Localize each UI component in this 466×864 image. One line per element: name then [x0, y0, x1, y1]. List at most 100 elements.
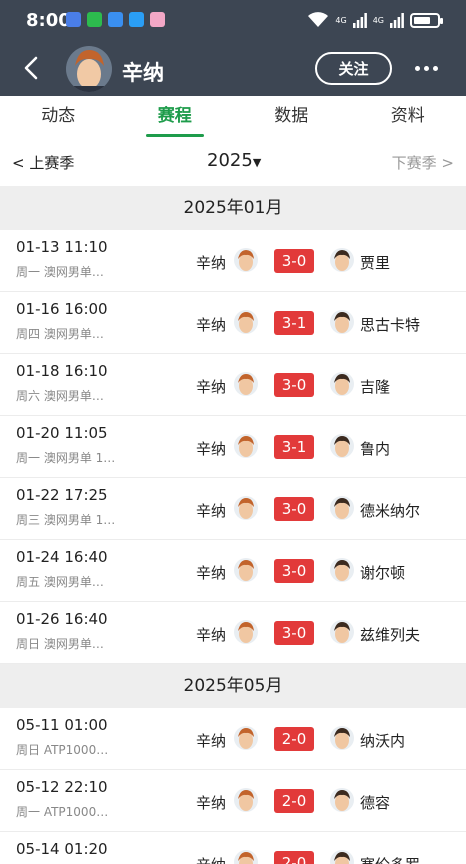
home-player-avatar	[234, 372, 258, 396]
home-player-name: 辛纳	[196, 854, 226, 864]
battery-icon	[410, 12, 443, 28]
season-year-label: 2025	[207, 150, 253, 171]
wechat-icon	[87, 12, 102, 27]
away-player-avatar	[330, 248, 354, 272]
match-list: 2025年01月 01-13 11:10 周一 澳网男单… 辛纳 3-0 贾里 01-16 …	[0, 186, 466, 864]
cloud-icon	[108, 12, 123, 27]
match-row[interactable]: 01-26 16:40 周日 澳网男单… 辛纳 3-0 兹维列夫	[0, 602, 466, 664]
top-header: 8:00 4G 4G 辛纳 关注	[0, 0, 466, 96]
home-player-avatar	[234, 620, 258, 644]
home-player-name: 辛纳	[196, 316, 227, 334]
match-row[interactable]: 05-12 22:10 周一 ATP1000… 辛纳 2-0 德容	[0, 770, 466, 832]
tab-dynamics[interactable]: 动态	[0, 96, 117, 140]
match-datetime: 01-18 16:10	[16, 362, 108, 380]
home-player-avatar	[234, 726, 258, 750]
back-icon[interactable]	[18, 54, 46, 82]
match-score: 3-0	[274, 497, 314, 521]
match-row[interactable]: 01-20 11:05 周一 澳网男单 1… 辛纳 3-1 鲁内	[0, 416, 466, 478]
home-player-avatar	[234, 434, 258, 458]
away-player-name: 鲁内	[360, 440, 391, 458]
match-row[interactable]: 01-22 17:25 周三 澳网男单 1… 辛纳 3-0 德米纳尔	[0, 478, 466, 540]
home-player-avatar	[234, 496, 258, 520]
system-icons: 4G 4G	[307, 12, 443, 28]
nav-bar: 辛纳 关注	[0, 42, 466, 96]
away-player-name: 谢尔顿	[360, 564, 406, 582]
match-datetime: 01-26 16:40	[16, 610, 108, 628]
away-player-name: 塞伦多罗	[360, 854, 420, 864]
status-time: 8:00	[26, 10, 71, 31]
signal-icon	[352, 12, 367, 28]
match-event: 周六 澳网男单…	[16, 389, 104, 403]
match-datetime: 01-20 11:05	[16, 424, 108, 442]
away-player-avatar	[330, 620, 354, 644]
home-player-avatar	[234, 248, 258, 272]
match-score: 3-0	[274, 249, 314, 273]
match-event: 周三 澳网男单 1…	[16, 513, 116, 527]
match-row[interactable]: 01-24 16:40 周五 澳网男单… 辛纳 3-0 谢尔顿	[0, 540, 466, 602]
match-score: 3-1	[274, 435, 314, 459]
home-player-avatar	[234, 788, 258, 812]
match-datetime: 01-22 17:25	[16, 486, 108, 504]
home-player-avatar	[234, 850, 258, 864]
follow-button[interactable]: 关注	[315, 52, 392, 85]
match-row[interactable]: 05-14 01:20周三 ATP1000…辛纳2-0塞伦多罗	[0, 832, 466, 864]
wifi-icon	[308, 12, 329, 27]
match-event: 周一 澳网男单…	[16, 265, 104, 279]
match-datetime: 05-14 01:20	[16, 840, 108, 858]
month-header: 2025年01月	[0, 186, 466, 230]
away-player-avatar	[330, 726, 354, 750]
home-player-name: 辛纳	[196, 502, 227, 520]
caret-down-icon: ▼	[252, 156, 262, 169]
signal-label-1: 4G	[335, 15, 347, 25]
month-header: 2025年05月	[0, 664, 466, 708]
match-row[interactable]: 01-18 16:10 周六 澳网男单… 辛纳 3-0 吉隆	[0, 354, 466, 416]
notification-icons	[66, 12, 165, 27]
tab-schedule[interactable]: 赛程	[117, 96, 234, 140]
player-avatar	[66, 46, 112, 92]
more-icon[interactable]	[410, 56, 442, 80]
match-datetime: 05-12 22:10	[16, 778, 108, 796]
match-row[interactable]: 01-13 11:10 周一 澳网男单… 辛纳 3-0 贾里	[0, 230, 466, 292]
away-player-name: 兹维列夫	[360, 626, 421, 644]
match-event: 周日 ATP1000…	[16, 743, 109, 757]
match-event: 周四 澳网男单…	[16, 327, 104, 341]
home-player-name: 辛纳	[196, 564, 227, 582]
away-player-name: 纳沃内	[360, 732, 406, 750]
signal-icon	[390, 12, 404, 28]
match-row[interactable]: 05-11 01:00 周日 ATP1000… 辛纳 2-0 纳沃内	[0, 708, 466, 770]
match-score: 2-0	[274, 789, 314, 813]
search-app-icon	[129, 12, 144, 27]
photo-app-icon	[150, 12, 165, 27]
season-dropdown[interactable]: 2025▼	[207, 150, 261, 171]
away-player-avatar	[330, 558, 354, 582]
next-season-button[interactable]: 下赛季 >	[392, 152, 454, 173]
home-player-name: 辛纳	[196, 378, 227, 396]
tab-stats[interactable]: 数据	[233, 96, 350, 140]
player-name: 辛纳	[122, 61, 164, 85]
match-score: 3-0	[274, 373, 314, 397]
status-bar: 8:00 4G 4G	[0, 0, 466, 40]
away-player-avatar	[330, 310, 354, 334]
prev-season-button[interactable]: < 上赛季	[12, 152, 74, 173]
match-score: 2-0	[274, 851, 314, 864]
match-score: 2-0	[274, 727, 314, 751]
tab-bar: 动态 赛程 数据 资料	[0, 96, 466, 140]
match-event: 周日 澳网男单…	[16, 637, 104, 651]
tab-profile[interactable]: 资料	[350, 96, 466, 140]
match-datetime: 01-13 11:10	[16, 238, 108, 256]
match-score: 3-0	[274, 621, 314, 645]
match-datetime: 01-24 16:40	[16, 548, 108, 566]
match-score: 3-0	[274, 559, 314, 583]
match-score: 3-1	[274, 311, 314, 335]
signal-label-2: 4G	[372, 15, 384, 25]
away-player-avatar	[330, 434, 354, 458]
match-row[interactable]: 01-16 16:00 周四 澳网男单… 辛纳 3-1 思古卡特	[0, 292, 466, 354]
home-player-name: 辛纳	[196, 794, 227, 812]
match-datetime: 01-16 16:00	[16, 300, 108, 318]
match-event: 周一 澳网男单 1…	[16, 451, 116, 465]
match-datetime: 05-11 01:00	[16, 716, 108, 734]
home-player-name: 辛纳	[196, 440, 227, 458]
match-event: 周一 ATP1000…	[16, 805, 109, 819]
season-selector: < 上赛季 2025▼ 下赛季 >	[0, 140, 466, 186]
shield-app-icon	[66, 12, 81, 27]
